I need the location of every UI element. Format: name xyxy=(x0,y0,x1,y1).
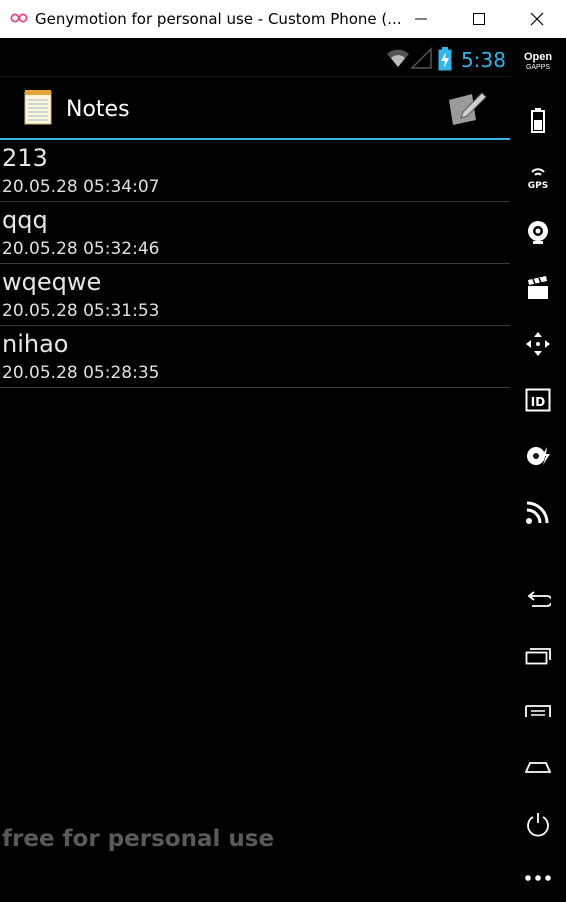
note-item[interactable]: 213 20.05.28 05:34:07 xyxy=(0,140,510,202)
identifiers-button[interactable]: ID xyxy=(510,378,566,422)
notepad-icon[interactable] xyxy=(24,89,52,125)
close-button[interactable] xyxy=(508,0,566,38)
window-title: Genymotion for personal use - Custom Pho… xyxy=(35,10,402,28)
status-bar: 5:38 xyxy=(0,38,510,77)
action-bar: Notes xyxy=(0,76,510,140)
menu-button[interactable] xyxy=(510,690,566,734)
battery-button[interactable] xyxy=(510,98,566,142)
compose-note-icon[interactable] xyxy=(446,90,488,126)
minimize-icon xyxy=(415,18,427,20)
opengapps-sublabel: GAPPS xyxy=(525,64,551,71)
gps-label: GPS xyxy=(528,181,548,189)
media-button[interactable] xyxy=(510,266,566,310)
power-button[interactable] xyxy=(510,802,566,846)
cast-button[interactable] xyxy=(510,490,566,534)
power-icon xyxy=(527,813,549,837)
note-title: 213 xyxy=(2,144,48,172)
menu-icon xyxy=(525,705,551,717)
home-button[interactable] xyxy=(510,746,566,790)
minimize-button[interactable] xyxy=(392,0,450,38)
disk-io-button[interactable] xyxy=(510,434,566,478)
note-title: nihao xyxy=(2,330,69,358)
note-item[interactable]: qqq 20.05.28 05:32:46 xyxy=(0,202,510,264)
battery-icon xyxy=(531,108,545,133)
recent-apps-icon xyxy=(525,648,551,665)
more-icon xyxy=(525,875,551,881)
app-title: Notes xyxy=(66,97,130,122)
battery-charging-icon xyxy=(438,47,452,71)
dpad-button[interactable] xyxy=(510,322,566,366)
maximize-icon xyxy=(473,13,485,25)
gps-icon: GPS xyxy=(528,168,548,189)
home-icon xyxy=(525,762,551,773)
opengapps-label: Open xyxy=(523,51,553,63)
id-label: ID xyxy=(531,395,545,409)
signal-icon xyxy=(410,47,432,69)
watermark-text: free for personal use xyxy=(2,826,275,852)
webcam-icon xyxy=(528,221,548,244)
dpad-icon xyxy=(526,332,550,356)
recent-apps-button[interactable] xyxy=(510,634,566,678)
window-titlebar: Genymotion for personal use - Custom Pho… xyxy=(0,0,566,39)
note-date: 20.05.28 05:34:07 xyxy=(2,177,160,197)
wifi-icon xyxy=(387,49,409,67)
disk-io-icon xyxy=(527,447,550,465)
identifiers-icon: ID xyxy=(525,388,551,412)
maximize-button[interactable] xyxy=(450,0,508,38)
media-clapper-icon xyxy=(528,276,548,299)
back-icon xyxy=(527,591,551,607)
note-date: 20.05.28 05:32:46 xyxy=(2,239,160,259)
note-item[interactable]: wqeqwe 20.05.28 05:31:53 xyxy=(0,264,510,326)
genymotion-logo-icon xyxy=(10,13,28,23)
note-date: 20.05.28 05:28:35 xyxy=(2,363,160,383)
note-date: 20.05.28 05:31:53 xyxy=(2,301,160,321)
cast-icon xyxy=(526,501,549,524)
gps-button[interactable]: GPS xyxy=(510,154,566,198)
note-title: wqeqwe xyxy=(2,268,102,296)
webcam-button[interactable] xyxy=(510,210,566,254)
notes-list: 213 20.05.28 05:34:07 qqq 20.05.28 05:32… xyxy=(0,140,510,388)
opengapps-button[interactable]: Open GAPPS xyxy=(510,52,566,72)
note-title: qqq xyxy=(2,206,48,234)
phone-screen: 5:38 Notes 213 20.05.28 05:34:07 qqq 20.… xyxy=(0,38,510,897)
note-item[interactable]: nihao 20.05.28 05:28:35 xyxy=(0,326,510,388)
close-icon xyxy=(530,12,544,26)
genymotion-side-panel: Open GAPPS GPS ID xyxy=(510,38,566,897)
status-time: 5:38 xyxy=(461,48,506,72)
back-button[interactable] xyxy=(510,578,566,622)
more-button[interactable] xyxy=(510,858,566,902)
